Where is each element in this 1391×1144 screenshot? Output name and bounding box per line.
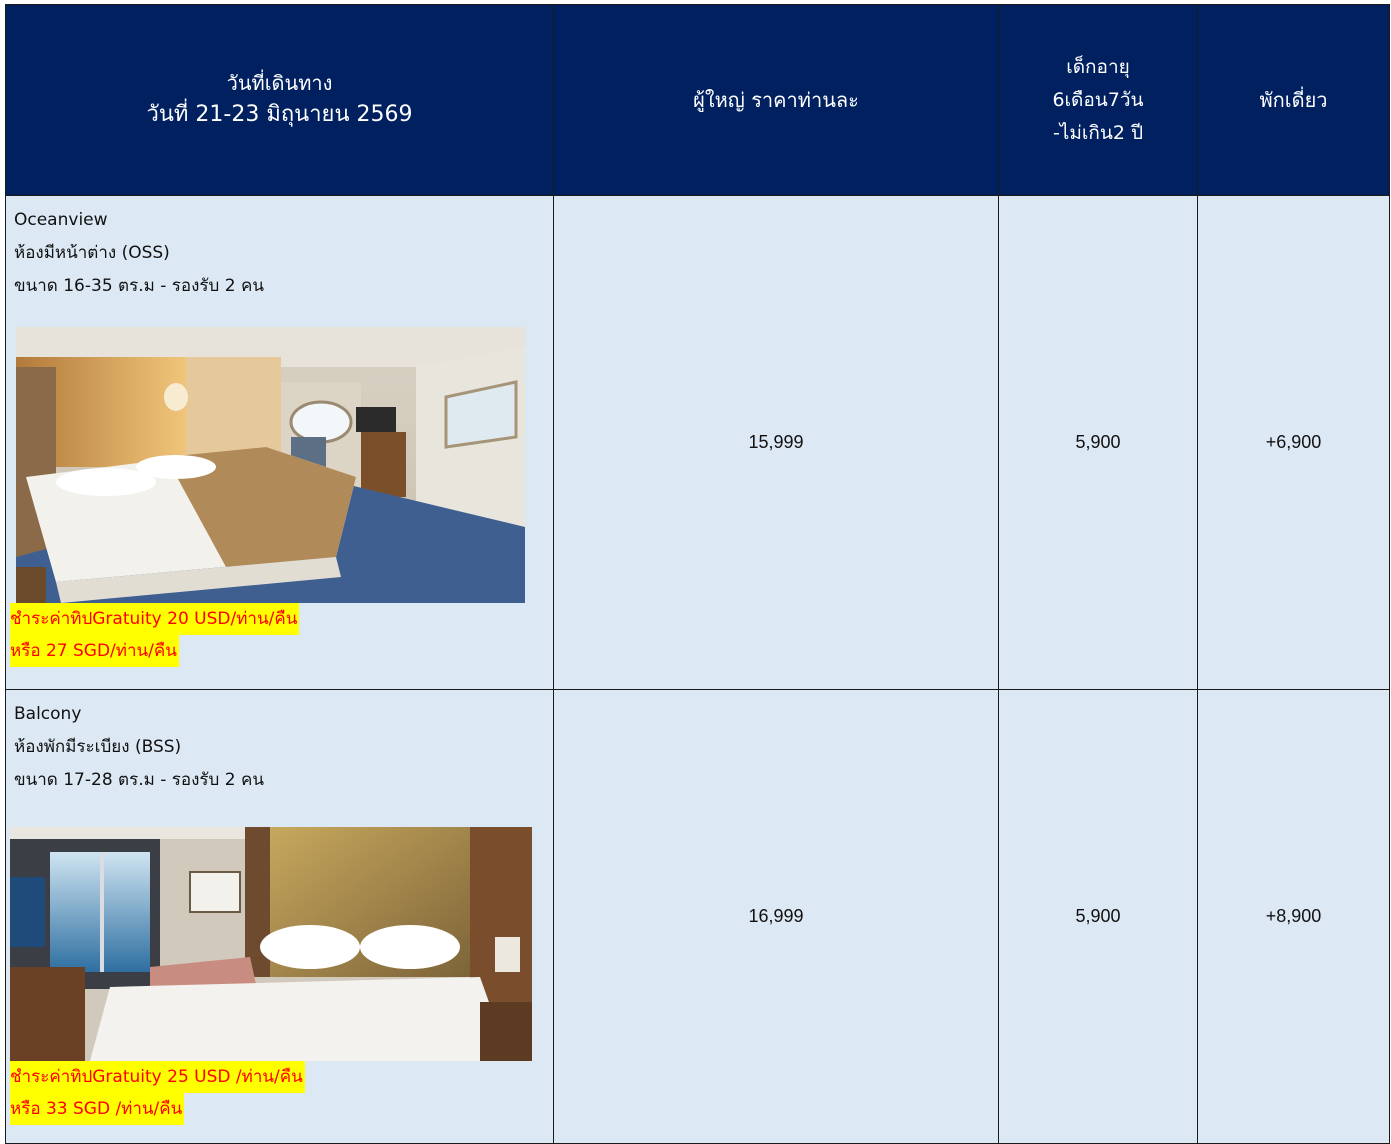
gratuity-note-line1: ชำระค่าทิปGratuity 25 USD /ท่าน/คืน [10, 1061, 305, 1093]
header-adult-price: ผู้ใหญ่ ราคาท่านละ [553, 4, 999, 196]
gratuity-note-alt: หรือ 33 SGD /ท่าน/คืน [10, 1093, 553, 1125]
room-name: ห้องมีหน้าต่าง (OSS) [14, 243, 170, 263]
adult-price-cell: 16,999 [553, 689, 999, 1144]
table-row: Balcony ห้องพักมีระเบียง (BSS) ขนาด 17-2… [5, 689, 1390, 1144]
gratuity-note-line2: หรือ 33 SGD /ท่าน/คืน [10, 1093, 185, 1125]
header-child-line3: -ไม่เกิน2 ปี [1052, 121, 1144, 144]
header-child-line2: 6เดือน7วัน [1052, 88, 1144, 111]
room-info-cell: Oceanview ห้องมีหน้าต่าง (OSS) ขนาด 16-3… [5, 195, 554, 690]
header-adult-price-label: ผู้ใหญ่ ราคาท่านละ [693, 88, 859, 112]
adult-price-cell: 15,999 [553, 195, 999, 690]
room-name: ห้องพักมีระเบียง (BSS) [14, 737, 182, 757]
oceanview-room-photo [16, 327, 525, 603]
room-type: Oceanview [14, 210, 108, 230]
balcony-room-photo [10, 827, 532, 1061]
header-travel-date-value: วันที่ 21-23 มิถุนายน 2569 [146, 102, 413, 127]
room-type: Balcony [14, 704, 82, 724]
header-child-line1: เด็กอายุ [1066, 55, 1130, 78]
gratuity-note-line1: ชำระค่าทิปGratuity 20 USD/ท่าน/คืน [10, 603, 300, 635]
price-table: วันที่เดินทาง วันที่ 21-23 มิถุนายน 2569… [5, 4, 1390, 1144]
single-supplement-cell: +6,900 [1197, 195, 1390, 690]
header-travel-date: วันที่เดินทาง วันที่ 21-23 มิถุนายน 2569 [5, 4, 554, 196]
room-size: ขนาด 17-28 ตร.ม - รองรับ 2 คน [14, 770, 264, 790]
header-row: วันที่เดินทาง วันที่ 21-23 มิถุนายน 2569… [5, 4, 1390, 196]
room-info-cell: Balcony ห้องพักมีระเบียง (BSS) ขนาด 17-2… [5, 689, 554, 1144]
table-row: Oceanview ห้องมีหน้าต่าง (OSS) ขนาด 16-3… [5, 195, 1390, 690]
header-single-label: พักเดี่ยว [1259, 88, 1328, 112]
room-size: ขนาด 16-35 ตร.ม - รองรับ 2 คน [14, 276, 264, 296]
child-price-cell: 5,900 [998, 195, 1198, 690]
header-single-supplement: พักเดี่ยว [1197, 4, 1390, 196]
gratuity-note-line2: หรือ 27 SGD/ท่าน/คืน [10, 635, 179, 667]
gratuity-note: ชำระค่าทิปGratuity 25 USD /ท่าน/คืน [10, 1061, 553, 1093]
gratuity-note: ชำระค่าทิปGratuity 20 USD/ท่าน/คืน [10, 603, 553, 635]
child-price-cell: 5,900 [998, 689, 1198, 1144]
gratuity-note-alt: หรือ 27 SGD/ท่าน/คืน [10, 635, 553, 667]
single-supplement-cell: +8,900 [1197, 689, 1390, 1144]
header-child-price: เด็กอายุ 6เดือน7วัน -ไม่เกิน2 ปี [998, 4, 1198, 196]
header-travel-date-label: วันที่เดินทาง [226, 71, 333, 95]
